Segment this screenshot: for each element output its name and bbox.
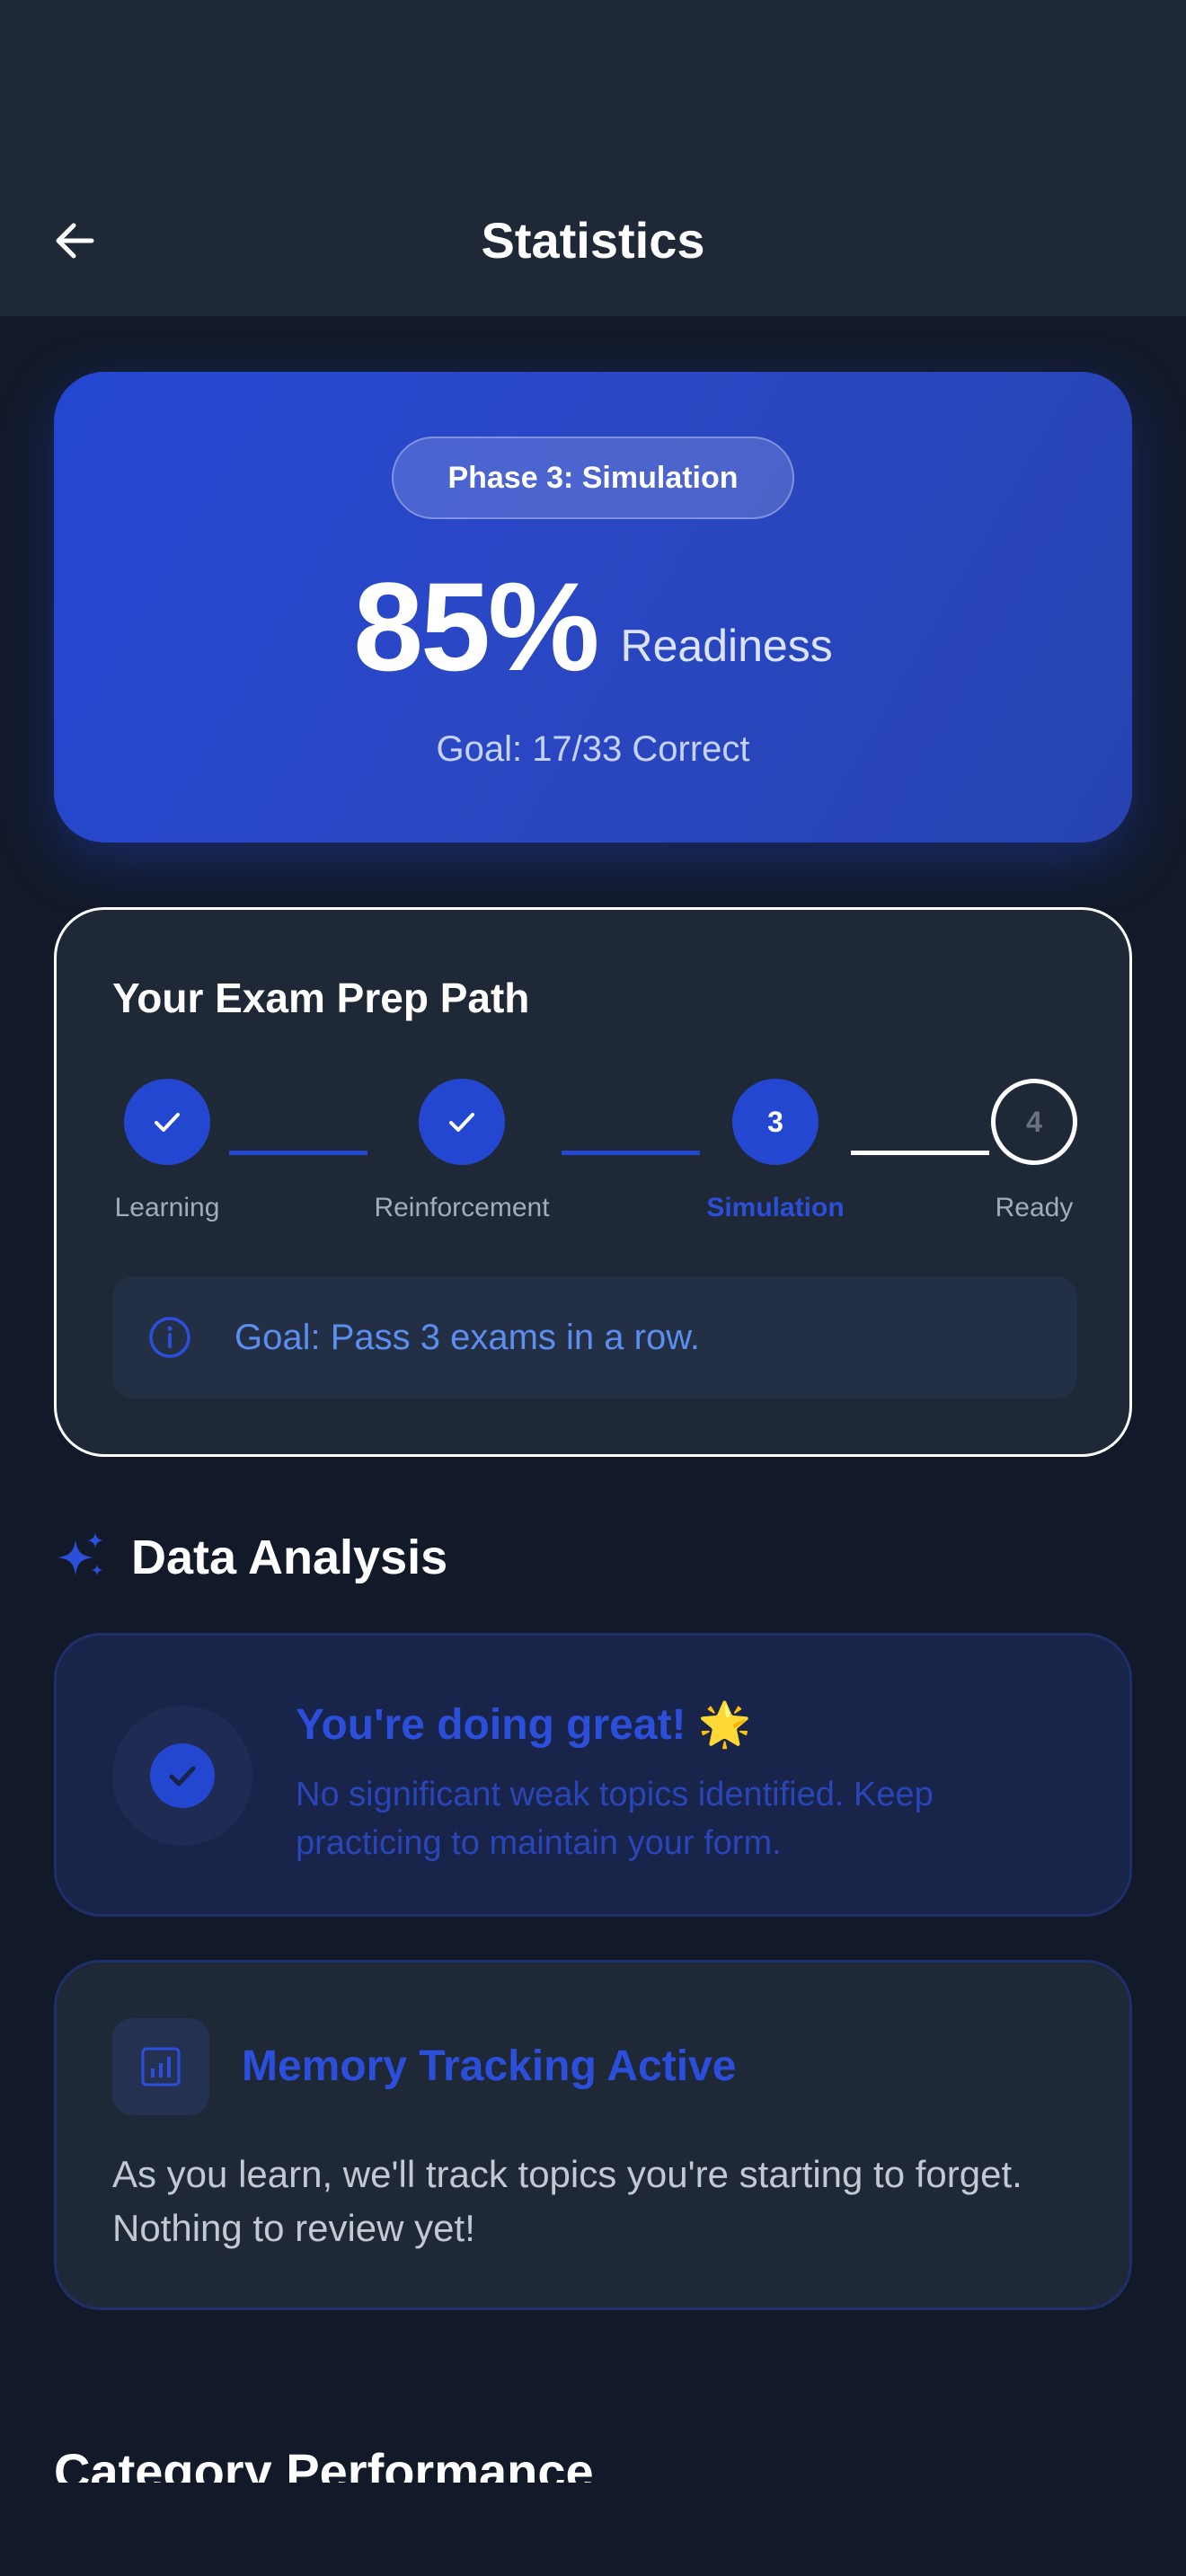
page-title: Statistics [481,212,705,269]
statistics-screen: Statistics Phase 3: Simulation 85% Readi… [0,0,1186,2576]
readiness-label: Readiness [620,621,833,671]
memory-tracking-title: Memory Tracking Active [242,2042,737,2090]
readiness-card: Phase 3: Simulation 85% Readiness Goal: … [54,372,1132,842]
doing-great-card: You're doing great! 🌟 No significant wea… [54,1633,1132,1917]
sparkles-icon [58,1532,103,1575]
readiness-goal: Goal: 17/33 Correct [436,729,750,769]
phase-badge: Phase 3: Simulation [392,437,794,519]
path-title: Your Exam Prep Path [112,975,530,1021]
doing-great-description: No significant weak topics identified. K… [296,1776,934,1862]
doing-great-title: You're doing great! 🌟 [296,1701,752,1749]
check-icon [169,1766,196,1786]
check-circle-icon [150,1743,215,1808]
top-app-bar: Statistics [0,0,1186,316]
step-label-learning: Learning [114,1193,220,1222]
memory-tracking-card: Memory Tracking Active As you learn, we'… [54,1960,1132,2310]
step-ready-circle: 4 [991,1079,1077,1165]
memory-tracking-description: As you learn, we'll track topics you're … [112,2153,1022,2249]
path-goal-text: Goal: Pass 3 exams in a row. [235,1318,701,1357]
check-icon [155,1113,180,1132]
step-label-ready: Ready [995,1193,1074,1222]
readiness-row: 85% Readiness [54,564,1132,690]
step-connector-2 [562,1151,700,1155]
step-simulation-circle: 3 [732,1079,819,1165]
step-reinforcement-circle [419,1079,505,1165]
info-icon [149,1317,190,1358]
memory-icon-box [112,2018,209,2115]
step-connector-1 [229,1151,367,1155]
check-icon [449,1113,474,1132]
readiness-value: 85% [353,556,599,697]
path-goal-info: Goal: Pass 3 exams in a row. [112,1276,1077,1398]
step-connector-3 [851,1151,989,1155]
success-badge [112,1706,252,1846]
category-performance-title: Category Performance [54,2443,594,2483]
exam-prep-path-card: Your Exam Prep Path Learning Reinforceme… [54,907,1132,1457]
data-analysis-title: Data Analysis [131,1531,448,1584]
bar-chart-icon [141,2047,181,2086]
step-label-reinforcement: Reinforcement [374,1193,550,1222]
step-learning-circle [124,1079,210,1165]
step-label-simulation: Simulation [706,1193,845,1222]
